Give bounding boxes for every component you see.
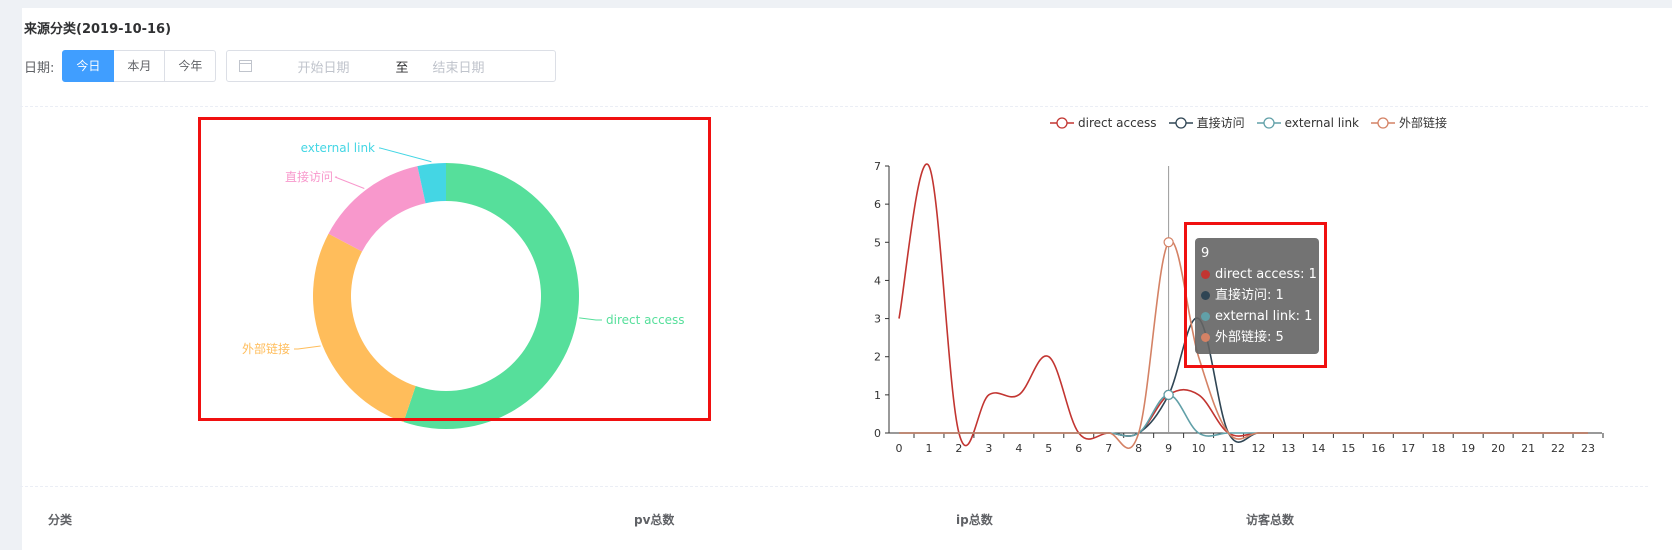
x-tick-label: 19	[1461, 442, 1475, 455]
y-tick-label: 4	[874, 274, 881, 287]
x-tick-label: 14	[1311, 442, 1325, 455]
series-line	[898, 394, 1588, 437]
legend-item[interactable]: external link	[1256, 115, 1359, 130]
x-tick-label: 11	[1222, 442, 1236, 455]
series-dot-icon	[1201, 291, 1210, 300]
x-tick-label: 6	[1075, 442, 1082, 455]
tooltip-title: 9	[1201, 246, 1210, 261]
x-tick-label: 17	[1401, 442, 1415, 455]
x-tick-label: 8	[1135, 442, 1142, 455]
x-tick-label: 9	[1165, 442, 1172, 455]
x-tick-label: 18	[1431, 442, 1445, 455]
tooltip-row: 外部链接: 5	[1201, 327, 1319, 348]
legend-circle	[1377, 116, 1389, 129]
chart-tooltip: 9 direct access: 1 直接访问: 1 external link…	[1195, 238, 1319, 354]
x-tick-label: 4	[1015, 442, 1022, 455]
x-tick-label: 2	[955, 442, 962, 455]
legend-label: 直接访问	[1196, 116, 1245, 130]
x-tick-label: 1	[925, 442, 932, 455]
legend-circle	[1262, 116, 1275, 129]
x-tick-label: 15	[1341, 442, 1355, 455]
table-header-ip: ip总数	[956, 513, 993, 527]
y-tick-label: 5	[874, 236, 881, 249]
y-tick-label: 3	[874, 313, 881, 326]
legend-item[interactable]: direct access	[1050, 116, 1157, 130]
x-tick-label: 3	[985, 442, 992, 455]
series-hover-point	[1163, 389, 1174, 400]
series-hover-point	[1163, 237, 1174, 248]
donut-highlight-box	[198, 117, 711, 421]
x-tick-label: 16	[1371, 442, 1385, 455]
tooltip-row-label: direct access: 1	[1215, 267, 1317, 282]
table-header-visitors: 访客总数	[1246, 513, 1295, 527]
legend-label: 外部链接	[1399, 116, 1448, 130]
table-divider	[20, 486, 1648, 487]
x-tick-label: 0	[896, 442, 903, 455]
x-tick-label: 22	[1551, 442, 1565, 455]
y-tick-label: 2	[874, 351, 881, 364]
table-header-category: 分类	[48, 513, 73, 527]
tooltip-row-label: 外部链接: 5	[1215, 330, 1284, 345]
line-chart-legend: direct access 直接访问 external link 外部链接	[1050, 114, 1459, 131]
y-tick-label: 0	[874, 427, 881, 440]
tooltip-row-label: external link: 1	[1215, 309, 1313, 324]
legend-line-circle-icon	[1371, 116, 1395, 129]
y-tick-label: 6	[874, 198, 881, 211]
table-header-pv: pv总数	[634, 513, 675, 527]
series-dot-icon	[1201, 270, 1210, 279]
y-tick-label: 1	[874, 389, 881, 402]
x-tick-label: 23	[1581, 442, 1595, 455]
x-tick-label: 7	[1105, 442, 1112, 455]
legend-label: direct access	[1078, 115, 1157, 130]
tooltip-row-label: 直接访问: 1	[1215, 288, 1284, 303]
x-tick-label: 12	[1251, 442, 1265, 455]
x-tick-label: 5	[1045, 442, 1052, 455]
y-tick-label: 7	[874, 160, 881, 173]
x-tick-label: 10	[1192, 442, 1206, 455]
legend-item[interactable]: 外部链接	[1371, 114, 1447, 131]
legend-line-circle-icon	[1050, 116, 1074, 129]
legend-circle	[1174, 116, 1187, 129]
tooltip-row: external link: 1	[1201, 306, 1319, 327]
legend-label: external link	[1284, 115, 1359, 130]
series-dot-icon	[1201, 333, 1210, 342]
legend-item[interactable]: 直接访问	[1168, 114, 1245, 131]
x-tick-label: 13	[1281, 442, 1295, 455]
legend-circle	[1056, 116, 1068, 129]
legend-line-circle-icon	[1168, 116, 1193, 129]
series-dot-icon	[1201, 312, 1210, 321]
tooltip-row: direct access: 1	[1201, 264, 1319, 285]
tooltip-row: 直接访问: 1	[1201, 285, 1319, 306]
x-tick-label: 20	[1491, 442, 1505, 455]
x-tick-label: 21	[1521, 442, 1535, 455]
legend-line-circle-icon	[1256, 116, 1281, 129]
